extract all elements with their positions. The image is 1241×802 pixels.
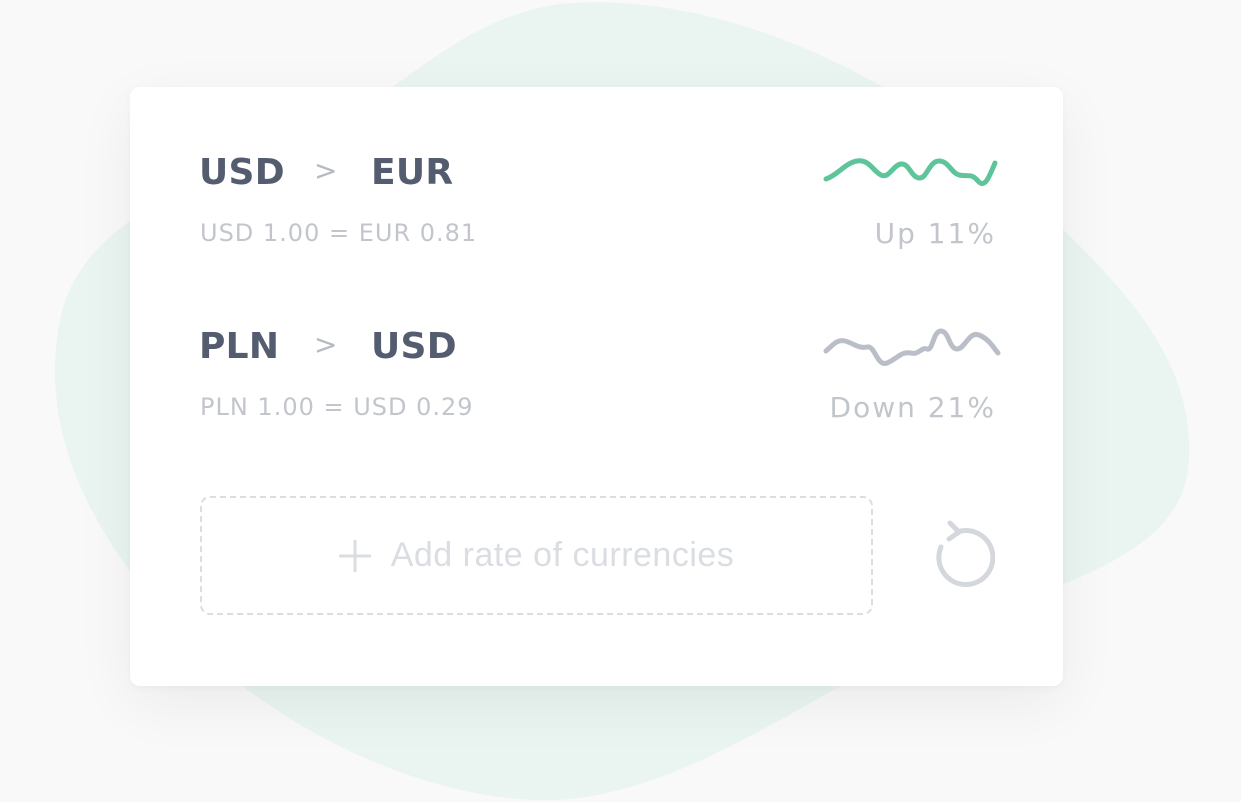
plus-icon: [338, 539, 371, 572]
trend-change-label: Down 21%: [829, 391, 996, 424]
to-currency: USD: [371, 326, 457, 367]
app-stage: USD > EUR USD 1.00 = EUR 0.81 Up 11% PLN…: [0, 0, 1241, 802]
from-currency: USD: [199, 152, 285, 193]
trend-change-label: Up 11%: [874, 217, 996, 250]
currency-rates-card: USD > EUR USD 1.00 = EUR 0.81 Up 11% PLN…: [130, 87, 1063, 686]
add-rate-button[interactable]: Add rate of currencies: [200, 496, 873, 615]
from-currency: PLN: [199, 326, 280, 367]
trend-sparkline-down: [823, 328, 1001, 366]
arrow-separator: >: [314, 154, 338, 187]
exchange-rate-text: PLN 1.00 = USD 0.29: [200, 393, 474, 421]
refresh-icon[interactable]: [929, 519, 995, 589]
to-currency: EUR: [371, 152, 454, 193]
arrow-separator: >: [314, 328, 338, 361]
add-rate-label: Add rate of currencies: [390, 536, 735, 574]
trend-sparkline-up: [823, 158, 998, 186]
exchange-rate-text: USD 1.00 = EUR 0.81: [200, 219, 478, 247]
